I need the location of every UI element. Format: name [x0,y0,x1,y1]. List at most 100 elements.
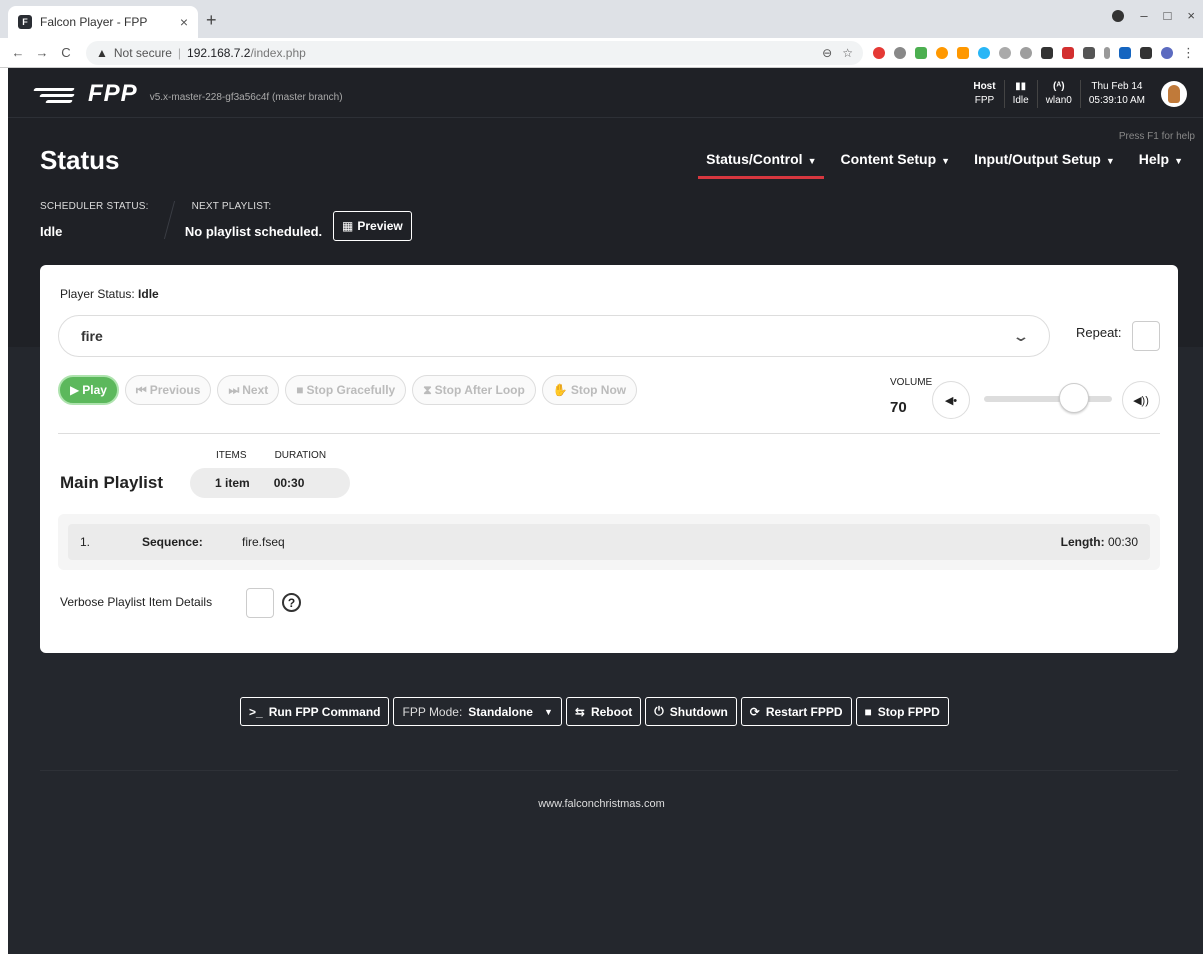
extension-icon[interactable] [1083,46,1095,59]
volume-up-button[interactable]: ◀)) [1122,381,1160,419]
extension-icon[interactable] [978,46,990,59]
play-icon: ▶ [70,383,80,397]
stop-now-button[interactable]: ✋ Stop Now [541,375,638,405]
volume-down-button[interactable]: ◀• [932,381,970,419]
reboot-button[interactable]: ⇆ Reboot [565,697,642,726]
previous-button[interactable]: ⏮ Previous [124,375,212,405]
next-button[interactable]: ⏭ Next [217,375,280,405]
footer-link[interactable]: www.falconchristmas.com [0,798,1203,810]
window-controls: – □ × [1112,8,1195,23]
url-host: 192.168.7.2 [187,45,251,60]
playlist-select[interactable]: fire ⌄ [58,315,1050,357]
calendar-icon: ▦ [342,219,354,233]
stop-icon: ■ [864,704,872,719]
host-label: Host [973,81,996,92]
sync-icon: ⟳ [749,704,760,719]
url-input[interactable]: ▲ Not secure | 192.168.7.2 /index.php ⊖ … [86,40,863,65]
date: Thu Feb 14 [1091,81,1143,92]
menu-content-setup[interactable]: Content Setup ▼ [840,151,950,179]
more-menu-icon[interactable]: ⋮ [1182,45,1195,61]
extension-icon[interactable] [1041,46,1053,59]
next-playlist-value: No playlist scheduled. [184,224,322,239]
browser-tab[interactable]: F Falcon Player - FPP × [8,6,198,38]
playlist-entry[interactable]: 1. Sequence: fire.fseq Length: 00:30 [68,524,1150,560]
chevron-down-icon: ⌄ [1012,327,1030,344]
run-fpp-command-button[interactable]: >_ Run FPP Command [240,697,390,726]
footer-divider [40,770,1178,771]
extension-icon[interactable] [1119,46,1131,59]
fpp-header: FPP v5.x-master-228-gf3a56c4f (master br… [8,68,1203,118]
stop-fppd-button[interactable]: ■ Stop FPPD [855,697,949,726]
minimize-button[interactable]: – [1140,8,1147,23]
reload-button[interactable]: C [56,45,76,60]
extension-icon[interactable] [915,46,927,59]
playlist-select-value: fire [81,328,103,344]
profile-icon[interactable] [1112,10,1125,22]
pause-icon: ▮▮ [1015,81,1027,92]
restart-fppd-button[interactable]: ⟳ Restart FPPD [740,697,852,726]
entry-length: Length: 00:30 [1060,535,1138,549]
duration-header: DURATION [274,450,327,461]
retweet-icon: ⇆ [574,704,585,719]
profile-avatar-icon[interactable] [1161,46,1173,59]
extension-icon[interactable] [936,46,948,59]
playlist-summary: 1 item 00:30 [190,468,350,498]
puzzle-icon[interactable] [1140,46,1152,59]
extension-icon[interactable] [894,46,906,59]
menu-input-output-setup[interactable]: Input/Output Setup ▼ [974,151,1115,179]
playlist-title: Main Playlist [60,473,163,492]
network-info[interactable]: (ᴬ) wlan0 [1036,80,1080,108]
hourglass-icon: ⧗ [423,382,432,397]
items-value: 1 item [215,476,250,490]
repeat-checkbox[interactable] [1132,321,1160,351]
logo-text: FPP [88,80,138,107]
fpp-logo[interactable]: FPP v5.x-master-228-gf3a56c4f (master br… [30,80,343,108]
preview-button[interactable]: ▦ Preview [333,211,412,241]
url-path: /index.php [250,45,306,60]
shutdown-button[interactable]: ⏻ Shutdown [645,697,737,726]
tab-close-icon[interactable]: × [180,14,188,30]
play-button[interactable]: ▶ Play [58,375,119,405]
back-button[interactable]: ← [8,45,28,60]
fpp-mode-dropdown[interactable]: FPP Mode: Standalone ▼ [393,697,562,726]
playlist-summary-headers: ITEMS DURATION [216,450,326,461]
opera-extension-icon[interactable] [873,46,885,59]
volume-value: 70 [890,399,907,416]
version-text: v5.x-master-228-gf3a56c4f (master branch… [149,91,343,103]
volume-down-icon: ◀• [944,394,958,407]
menu-status-control[interactable]: Status/Control ▼ [698,151,825,179]
extension-icon[interactable] [1104,46,1110,59]
volume-label: VOLUME [890,377,933,388]
zoom-icon[interactable]: ⊖ [822,46,832,60]
menu-help[interactable]: Help ▼ [1139,151,1183,179]
bookmark-star-icon[interactable]: ☆ [842,46,853,60]
not-secure-label: Not secure [113,45,172,60]
extension-icon[interactable] [1020,46,1032,59]
volume-slider-handle[interactable] [1058,383,1089,413]
next-playlist: NEXT PLAYLIST: No playlist scheduled. [163,201,350,239]
extension-icon[interactable] [1062,46,1074,59]
extension-icon[interactable] [999,46,1011,59]
stop-icon: ■ [296,383,304,397]
browser-address-bar: ← → C ▲ Not secure | 192.168.7.2 /index.… [0,38,1203,68]
player-state[interactable]: ▮▮ Idle [1003,80,1037,108]
beagle-avatar-icon[interactable] [1161,81,1187,107]
extension-icon[interactable] [957,46,969,59]
new-tab-button[interactable]: + [206,10,217,31]
window-close-button[interactable]: × [1187,8,1195,23]
host-info[interactable]: Host FPP [965,80,1003,108]
verbose-details-checkbox[interactable] [246,588,274,618]
fpp-favicon-icon: F [18,15,32,29]
scheduler-status-label: SCHEDULER STATUS: [40,201,149,212]
stop-after-loop-button[interactable]: ⧗ Stop After Loop [412,375,536,405]
volume-slider-track[interactable] [984,396,1112,402]
scheduler-status-value: Idle [40,224,63,239]
stop-gracefully-button[interactable]: ■ Stop Gracefully [285,375,407,405]
duration-value: 00:30 [273,476,305,490]
power-icon: ⏻ [654,704,664,718]
forward-button[interactable]: → [32,45,52,60]
caret-down-icon: ▼ [1174,156,1183,166]
maximize-button[interactable]: □ [1164,8,1172,23]
playback-controls: ▶ Play ⏮ Previous ⏭ Next ■ Stop Gracefully ⧗… [58,375,638,405]
help-icon[interactable]: ? [282,593,301,612]
